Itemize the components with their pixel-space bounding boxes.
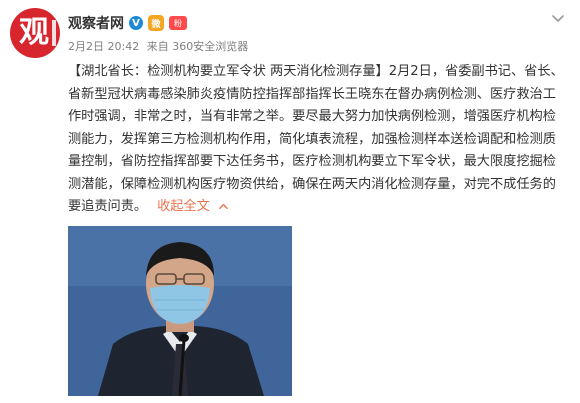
author-row: 观察者网 V 微 粉 xyxy=(68,14,187,32)
fan-badge-icon[interactable]: 粉 xyxy=(169,16,187,30)
post-content: 【湖北省长：检测机构要立军令状 两天消化检测存量】2月2日，省委副书记、省长、省… xyxy=(68,61,566,219)
author-name[interactable]: 观察者网 xyxy=(68,13,124,33)
post-body: 2月2日，省委副书记、省长、省新型冠状病毒感染肺炎疫情防控指挥部指挥长王晓东在督… xyxy=(68,64,564,214)
post-time[interactable]: 2月2日 20:42 xyxy=(68,40,139,53)
collapse-button[interactable]: 收起全文 xyxy=(157,199,210,214)
verified-icon[interactable]: V xyxy=(129,16,143,30)
avatar[interactable]: 观 xyxy=(10,8,60,58)
avatar-text: 观 xyxy=(19,15,49,50)
post-source: 来自 360安全浏览器 xyxy=(146,40,249,53)
post-image[interactable] xyxy=(68,226,292,396)
chevron-down-icon[interactable] xyxy=(550,10,566,26)
member-badge-icon[interactable]: 微 xyxy=(148,15,164,31)
avatar-decoration xyxy=(52,20,56,46)
post-meta: 2月2日 20:42 来自 360安全浏览器 xyxy=(68,38,252,54)
post-topic[interactable]: 【湖北省长：检测机构要立军令状 两天消化检测存量】 xyxy=(68,64,389,79)
chevron-up-icon[interactable] xyxy=(218,201,229,212)
post-image-illustration xyxy=(68,226,292,396)
